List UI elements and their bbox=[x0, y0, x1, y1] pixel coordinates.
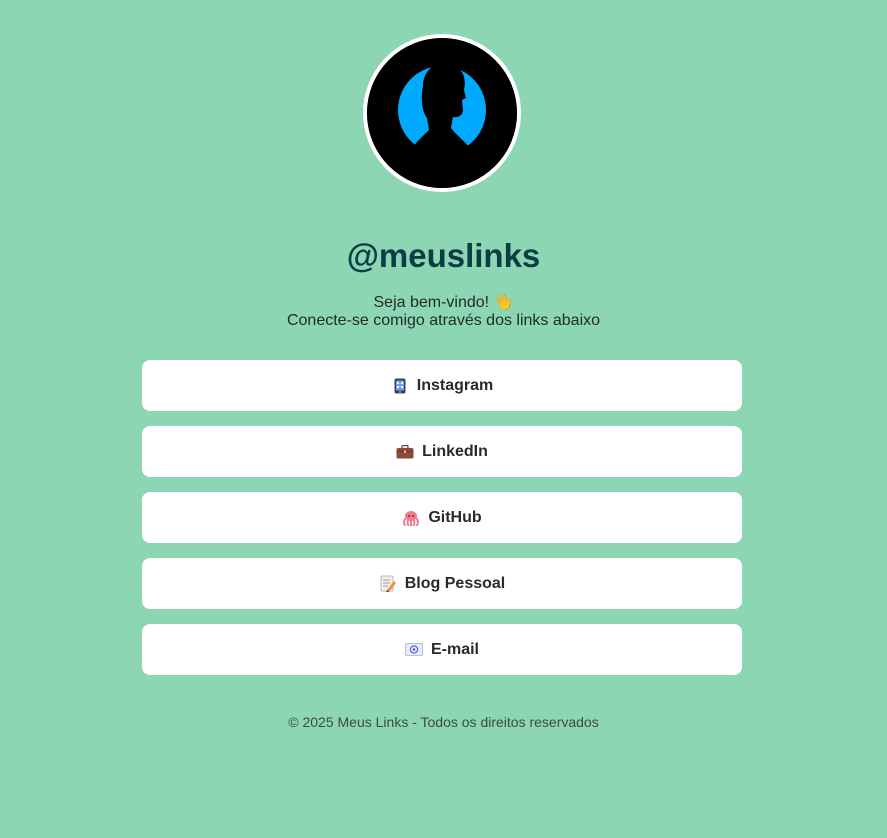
profile-handle: @meuslinks bbox=[346, 237, 541, 274]
link-list: Instagram LinkedIn GitHub Blog Pessoal E… bbox=[142, 360, 742, 690]
subtitle-text: Conecte-se comigo através dos links abai… bbox=[286, 312, 601, 329]
github-link-button[interactable]: GitHub bbox=[142, 492, 742, 543]
github-link-label: GitHub bbox=[428, 508, 482, 526]
email-link-button[interactable]: E-mail bbox=[142, 624, 742, 675]
greeting-text: Seja bem-vindo! 👋 bbox=[373, 294, 514, 311]
instagram-link-button[interactable]: Instagram bbox=[142, 360, 742, 411]
blog-link-button[interactable]: Blog Pessoal bbox=[142, 558, 742, 609]
blog-link-label: Blog Pessoal bbox=[404, 574, 506, 592]
footer-copyright: © 2025 Meus Links - Todos os direitos re… bbox=[288, 714, 599, 730]
email-icon bbox=[405, 641, 423, 659]
memo-icon bbox=[379, 575, 397, 593]
link-page: @meuslinks Seja bem-vindo! 👋 Conecte-se … bbox=[0, 0, 887, 838]
instagram-link-label: Instagram bbox=[416, 376, 494, 394]
person-silhouette-icon bbox=[367, 38, 517, 188]
phone-icon bbox=[391, 377, 409, 395]
linkedin-link-label: LinkedIn bbox=[422, 442, 488, 460]
briefcase-icon bbox=[396, 443, 414, 461]
octopus-icon bbox=[402, 509, 420, 527]
email-link-label: E-mail bbox=[430, 640, 479, 658]
linkedin-link-button[interactable]: LinkedIn bbox=[142, 426, 742, 477]
avatar bbox=[363, 34, 521, 192]
